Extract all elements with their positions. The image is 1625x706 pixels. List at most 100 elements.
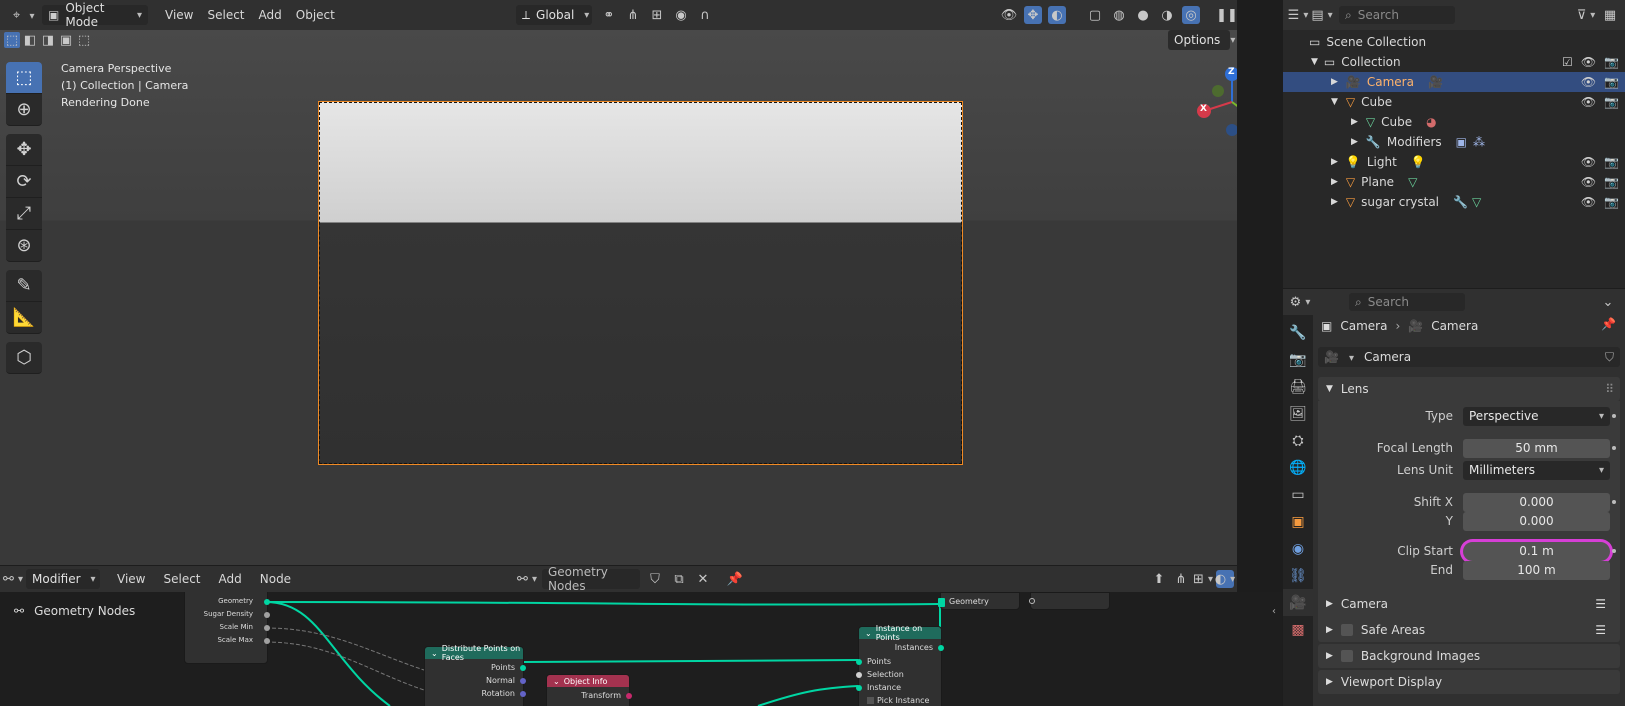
input-socket[interactable] [1029, 598, 1035, 604]
safe-areas-panel-header[interactable]: ▶ Safe Areas ☰ [1318, 618, 1620, 642]
camera-render-icon[interactable]: 📷 [1604, 155, 1619, 169]
group-input-node[interactable]: Geometry Sugar Density Scale Min Scale M… [184, 592, 270, 664]
output-socket[interactable] [264, 599, 270, 605]
clip-start-field[interactable]: 0.1 m [1463, 541, 1610, 561]
select-box-tool-icon[interactable]: ⬚ [6, 62, 42, 94]
move-tool-icon[interactable]: ✥ [6, 134, 42, 166]
menu-view[interactable]: View [158, 8, 200, 22]
shift-y-field[interactable]: 0.000 [1463, 511, 1610, 531]
select-difference-icon[interactable]: ▣ [58, 32, 74, 48]
add-cube-tool-icon[interactable]: ⬡ [6, 342, 42, 374]
pin-icon[interactable]: 📌 [1601, 317, 1616, 331]
annotate-tool-icon[interactable]: ✎ [6, 270, 42, 302]
eye-icon[interactable]: 👁 [1581, 75, 1596, 89]
expand-icon[interactable]: ▶ [1331, 77, 1338, 87]
instance-on-points-node[interactable]: ⌄ Instance on Points Instances Points Sel… [856, 624, 944, 706]
options-dropdown[interactable]: Options [1168, 30, 1230, 50]
camera-panel-header[interactable]: ▶ Camera ☰ [1318, 592, 1620, 616]
snap-icon[interactable]: ⋔ [1172, 570, 1190, 588]
cube-row[interactable]: ▼ ▽ Cube 👁 📷 [1283, 92, 1625, 112]
drag-handle-icon[interactable]: ⠿ [1605, 382, 1614, 396]
menu-select[interactable]: Select [200, 8, 251, 22]
eye-icon[interactable]: 👁 [1581, 175, 1596, 189]
display-mode-icon[interactable]: ▤ [1311, 6, 1331, 24]
eye-icon[interactable]: 👁 [1581, 155, 1596, 169]
tool-tab-icon[interactable]: 🔧 [1283, 319, 1313, 346]
focal-length-field[interactable]: 50 mm [1463, 438, 1610, 458]
node-menu-node[interactable]: Node [253, 572, 298, 586]
object-info-node[interactable]: ⌄ Object Info Transform [546, 674, 632, 706]
overlay-toggle-icon[interactable]: ◐ [1048, 6, 1066, 24]
overlay-toggle-icon[interactable]: ◐ [1215, 570, 1234, 588]
view-layer-tab-icon[interactable]: 🖼 [1283, 400, 1313, 427]
camera-render-icon[interactable]: 📷 [1604, 75, 1619, 89]
pivot-icon[interactable]: ⚭ [600, 6, 618, 24]
node-menu-view[interactable]: View [110, 572, 152, 586]
properties-options-icon[interactable]: ⌄ [1599, 293, 1617, 311]
physics-tab-icon[interactable]: ◉ [1283, 535, 1313, 562]
parent-node-tree-icon[interactable]: ⬆ [1150, 570, 1168, 588]
camera-row[interactable]: ▶ 🎥 Camera 🎥 👁 📷 [1283, 72, 1625, 92]
viewer-node[interactable] [1029, 592, 1110, 610]
proportional-icon[interactable]: ◉ [672, 6, 690, 24]
output-socket[interactable] [520, 691, 526, 697]
collection-tab-icon[interactable]: ▭ [1283, 481, 1313, 508]
input-socket[interactable] [856, 672, 862, 678]
select-box-mode-icon[interactable]: ⬚ [4, 32, 20, 48]
plane-row[interactable]: ▶ ▽ Plane ▽ 👁 📷 [1283, 172, 1625, 192]
navigation-gizmo[interactable]: Z X Y [1190, 66, 1237, 136]
pause-render-icon[interactable]: ❚❚ [1216, 6, 1238, 24]
object-tab-icon[interactable]: ▣ [1283, 508, 1313, 535]
new-collection-icon[interactable]: ▦ [1601, 6, 1619, 24]
camera-render-icon[interactable]: 📷 [1604, 195, 1619, 209]
properties-search-field[interactable]: ⌕ Search [1349, 293, 1465, 311]
sugar-crystal-row[interactable]: ▶ ▽ sugar crystal 🔧 ▽ 👁 📷 [1283, 192, 1625, 212]
fake-user-shield-icon[interactable]: ⛉ [1605, 350, 1614, 365]
keyframe-dot[interactable] [1612, 446, 1616, 450]
cursor-tool-icon[interactable]: ⊕ [6, 94, 42, 126]
collapse-icon[interactable]: ▼ [1311, 57, 1318, 67]
texture-tab-icon[interactable]: ▩ [1283, 616, 1313, 643]
transform-orientation-dropdown[interactable]: ⟂ Global [516, 5, 592, 25]
clip-end-field[interactable]: 100 m [1463, 560, 1610, 580]
unlink-icon[interactable]: ✕ [694, 570, 712, 588]
background-images-panel-header[interactable]: ▶ Background Images [1318, 644, 1620, 668]
world-tab-icon[interactable]: 🌐 [1283, 454, 1313, 481]
solid-shading-icon[interactable]: ● [1134, 6, 1152, 24]
camera-data-tab-icon[interactable]: 🎥 [1283, 589, 1313, 616]
select-subtract-icon[interactable]: ◨ [40, 32, 56, 48]
safe-areas-checkbox[interactable] [1340, 624, 1353, 636]
node-tree-selector[interactable]: ⚯ Geometry Nodes ⛉ ⧉ ✕ 📌 [517, 565, 744, 593]
node-menu-add[interactable]: Add [212, 572, 249, 586]
eye-icon[interactable]: 👁 [1581, 95, 1596, 109]
output-socket[interactable] [938, 645, 944, 651]
expand-icon[interactable]: ▶ [1351, 137, 1358, 147]
falloff-icon[interactable]: ∩ [696, 6, 714, 24]
render-tab-icon[interactable]: 📷 [1283, 346, 1313, 373]
camera-render-icon[interactable]: 📷 [1604, 175, 1619, 189]
expand-icon[interactable]: ▶ [1331, 157, 1338, 167]
output-socket[interactable] [520, 678, 526, 684]
select-intersect-icon[interactable]: ⬚ [76, 32, 92, 48]
modifier-context-dropdown[interactable]: Modifier [26, 569, 100, 589]
rotate-tool-icon[interactable]: ⟳ [6, 166, 42, 198]
output-socket[interactable] [626, 693, 632, 699]
outliner-search-field[interactable]: ⌕ Search [1339, 6, 1455, 24]
node-tree-icon[interactable]: ⚯ [517, 570, 536, 588]
rendered-shading-icon[interactable]: ◎ [1182, 6, 1200, 24]
node-tree-name-field[interactable]: Geometry Nodes [542, 565, 640, 593]
background-images-checkbox[interactable] [1340, 650, 1353, 662]
cube-mesh-row[interactable]: ▶ ▽ Cube ◕ [1283, 112, 1625, 132]
pick-instance-checkbox[interactable] [867, 697, 874, 704]
presets-list-icon[interactable]: ☰ [1595, 623, 1606, 637]
node-editor-canvas[interactable]: ⚯ Geometry Nodes ‹ Geometry Sugar Densit… [0, 592, 1282, 706]
outliner-editor-type-icon[interactable]: ☰ [1288, 6, 1307, 24]
menu-add[interactable]: Add [252, 8, 289, 22]
expand-icon[interactable]: ▶ [1331, 197, 1338, 207]
editor-type-button[interactable]: ⌖ [4, 4, 38, 26]
measure-tool-icon[interactable]: 📐 [6, 302, 42, 334]
lens-unit-dropdown[interactable]: Millimeters [1463, 460, 1610, 480]
checkbox-icon[interactable]: ☑ [1562, 55, 1573, 69]
lens-panel-header[interactable]: ▼ Lens ⠿ [1318, 377, 1620, 401]
snap-icon[interactable]: ⋔ [624, 6, 642, 24]
